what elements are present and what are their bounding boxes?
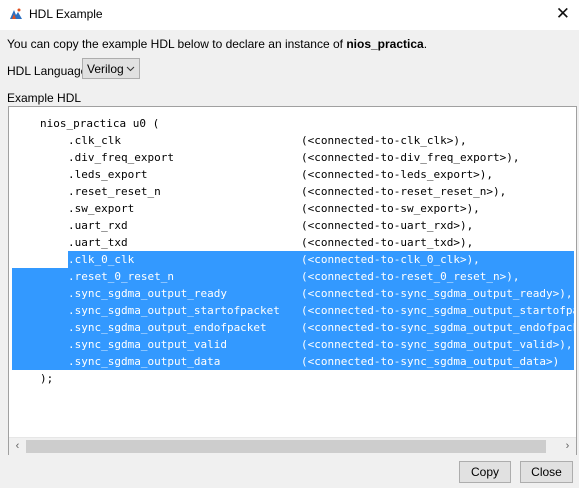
chevron-down-icon <box>126 66 135 72</box>
window-title: HDL Example <box>29 7 103 21</box>
code-port-line: .sync_sgdma_output_valid (<connected-to-s… <box>12 336 574 353</box>
intro-prefix: You can copy the example HDL below to de… <box>7 37 347 51</box>
code-port-line: .leds_export (<connected-to-leds_export>)… <box>12 166 574 183</box>
close-icon[interactable]: ✕ <box>556 4 570 24</box>
port-connection: (<connected-to-clk_clk>), <box>301 134 467 147</box>
scrollbar-thumb[interactable] <box>26 440 546 453</box>
port-signal: .uart_txd <box>68 236 128 249</box>
scroll-left-arrow-icon[interactable]: ‹ <box>9 438 26 455</box>
port-connection: (<connected-to-reset_0_reset_n>), <box>301 270 520 283</box>
close-button[interactable]: Close <box>520 461 573 483</box>
copy-button[interactable]: Copy <box>459 461 511 483</box>
example-hdl-label: Example HDL <box>7 91 82 105</box>
code-module-line: nios_practica u0 ( <box>12 115 574 132</box>
code-port-line: .reset_0_reset_n (<connected-to-reset_0_r… <box>12 268 574 285</box>
port-connection: (<connected-to-sync_sgdma_output_data>) <box>301 355 560 368</box>
module-close: ); <box>40 372 54 385</box>
intro-text: You can copy the example HDL below to de… <box>7 37 427 51</box>
code-port-line: .sync_sgdma_output_data (<connected-to-sy… <box>12 353 574 370</box>
port-signal: .sync_sgdma_output_data <box>68 355 221 368</box>
port-signal: .div_freq_export <box>68 151 174 164</box>
horizontal-scrollbar[interactable]: ‹ › <box>9 437 576 455</box>
hdl-language-label: HDL Language: <box>7 64 91 78</box>
code-port-line: .sync_sgdma_output_endofpacket (<connecte… <box>12 319 576 336</box>
port-signal: .sync_sgdma_output_endofpacket <box>68 321 267 334</box>
instance-name: nios_practica <box>346 37 424 51</box>
code-port-line: .sw_export (<connected-to-sw_export>), <box>12 200 574 217</box>
port-signal: .clk_clk <box>68 134 121 147</box>
code-port-line: .clk_0_clk (<connected-to-clk_0_clk>), <box>12 251 574 268</box>
port-connection: (<connected-to-div_freq_export>), <box>301 151 520 164</box>
port-connection: (<connected-to-uart_txd>), <box>301 236 474 249</box>
quartus-app-icon <box>10 8 22 19</box>
port-connection: (<connected-to-sync_sgdma_output_endofpa… <box>301 321 576 334</box>
scroll-right-arrow-icon[interactable]: › <box>559 438 576 455</box>
port-signal: .sw_export <box>68 202 135 215</box>
port-signal: .reset_reset_n <box>68 185 161 198</box>
port-connection: (<connected-to-reset_reset_n>), <box>301 185 507 198</box>
title-bar: HDL Example ✕ <box>0 0 579 30</box>
code-lines: nios_practica u0 ( .clk_clk (<connected-t… <box>12 115 577 387</box>
port-connection: (<connected-to-uart_rxd>), <box>301 219 474 232</box>
port-signal: .sync_sgdma_output_startofpacket <box>68 304 280 317</box>
code-close-line: ); <box>12 370 574 387</box>
code-port-line: .sync_sgdma_output_startofpacket (<connec… <box>12 302 577 319</box>
hdl-language-value: Verilog <box>87 62 124 76</box>
example-hdl-textarea[interactable]: nios_practica u0 ( .clk_clk (<connected-t… <box>8 106 577 455</box>
code-port-line: .clk_clk (<connected-to-clk_clk>), <box>12 132 574 149</box>
port-signal: .clk_0_clk <box>68 253 135 266</box>
port-connection: (<connected-to-clk_0_clk>), <box>301 253 480 266</box>
code-port-line: .sync_sgdma_output_ready (<connected-to-s… <box>12 285 574 302</box>
port-connection: (<connected-to-leds_export>), <box>301 168 494 181</box>
port-signal: .reset_0_reset_n <box>68 270 174 283</box>
port-signal: .uart_rxd <box>68 219 128 232</box>
code-port-line: .reset_reset_n (<connected-to-reset_reset… <box>12 183 574 200</box>
intro-suffix: . <box>423 37 428 51</box>
port-signal: .sync_sgdma_output_valid <box>68 338 227 351</box>
hdl-language-select[interactable]: Verilog <box>82 58 140 79</box>
code-port-line: .div_freq_export (<connected-to-div_freq_… <box>12 149 574 166</box>
port-connection: (<connected-to-sync_sgdma_output_ready>)… <box>301 287 573 300</box>
port-signal: .leds_export <box>68 168 148 181</box>
port-connection: (<connected-to-sync_sgdma_output_startof… <box>301 304 577 317</box>
module-declaration: nios_practica u0 ( <box>40 117 160 130</box>
code-port-line: .uart_txd (<connected-to-uart_txd>), <box>12 234 574 251</box>
port-connection: (<connected-to-sync_sgdma_output_valid>)… <box>301 338 573 351</box>
port-signal: .sync_sgdma_output_ready <box>68 287 227 300</box>
code-port-line: .uart_rxd (<connected-to-uart_rxd>), <box>12 217 574 234</box>
port-connection: (<connected-to-sw_export>), <box>301 202 480 215</box>
